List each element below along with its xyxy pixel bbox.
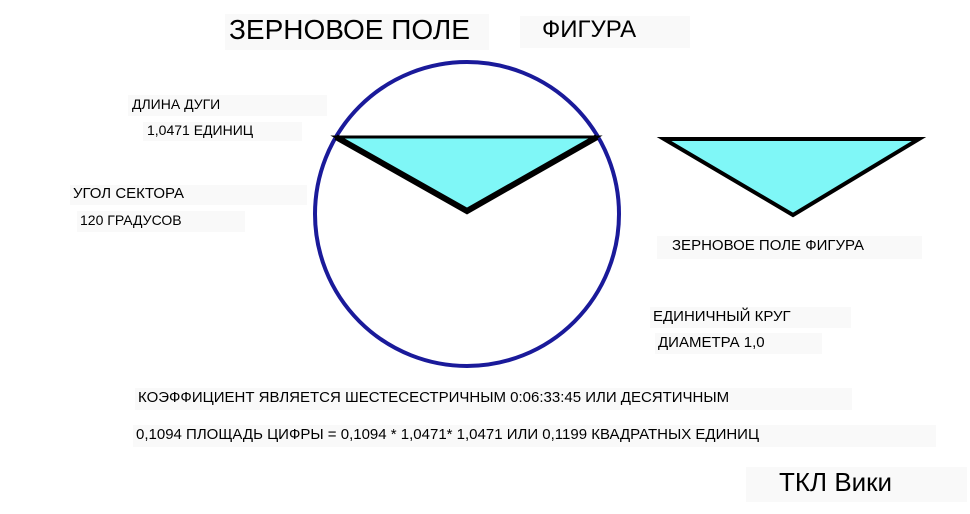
diameter-label: ДИАМЕТРА 1,0 [655, 333, 822, 354]
figure-caption: ЗЕРНОВОЕ ПОЛЕ ФИГУРА [657, 236, 922, 259]
arc-length-label: ДЛИНА ДУГИ [128, 95, 327, 116]
sector-angle-label: УГОЛ СЕКТОРА [70, 185, 307, 205]
sector-angle-value: 120 ГРАДУСОВ [77, 211, 245, 232]
page-title: ЗЕРНОВОЕ ПОЛЕ [225, 14, 489, 50]
arc-length-value: 1,0471 ЕДИНИЦ [143, 122, 302, 141]
area-formula-text: 0,1094 ПЛОЩАДЬ ЦИФРЫ = 0,1094 * 1,0471* … [133, 425, 936, 447]
author-signature: ТКЛ Вики [746, 467, 967, 502]
coefficient-text: КОЭФФИЦИЕНТ ЯВЛЯЕТСЯ ШЕСТЕСЕСТРИЧНЫМ 0:0… [135, 388, 852, 410]
unit-circle-label: ЕДИНИЧНЫЙ КРУГ [650, 307, 851, 328]
standalone-triangle [656, 137, 927, 218]
page-subtitle: ФИГУРА [520, 16, 690, 48]
inscribed-triangle [330, 135, 603, 213]
